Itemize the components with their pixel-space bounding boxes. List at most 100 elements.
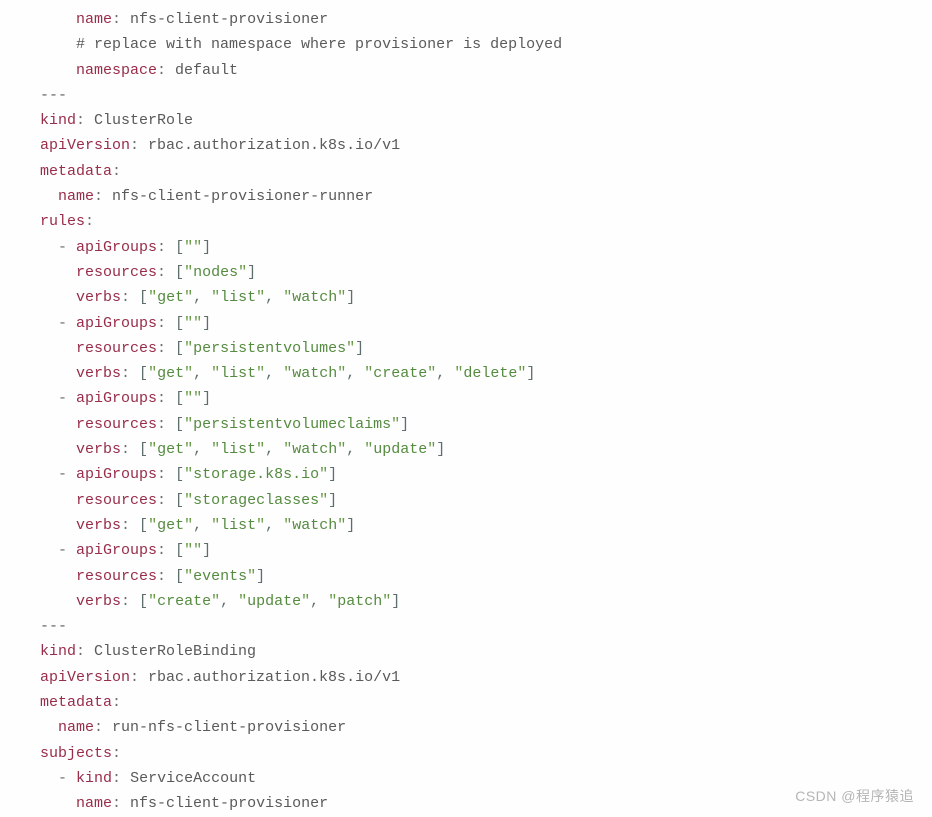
token-pl: # replace with namespace where provision… xyxy=(76,36,562,53)
token-b: ] xyxy=(526,365,535,382)
token-col: : xyxy=(130,137,148,154)
token-key: apiVersion xyxy=(40,137,130,154)
code-line: metadata: xyxy=(40,159,932,184)
token-key: apiGroups xyxy=(76,466,157,483)
token-q: " xyxy=(256,289,265,306)
token-dash: - xyxy=(58,770,76,787)
token-key: verbs xyxy=(76,289,121,306)
token-pl: run-nfs-client-provisioner xyxy=(112,719,346,736)
token-q: " xyxy=(184,289,193,306)
token-q: " xyxy=(337,365,346,382)
token-b: [ xyxy=(139,517,148,534)
token-col: : xyxy=(121,517,139,534)
token-s: watch xyxy=(292,517,337,534)
code-line: --- xyxy=(40,614,932,639)
token-q: " xyxy=(256,441,265,458)
token-q: " xyxy=(346,340,355,357)
token-b: ] xyxy=(202,390,211,407)
token-s: watch xyxy=(292,441,337,458)
token-q: " xyxy=(211,517,220,534)
code-line: - apiGroups: ["storage.k8s.io"] xyxy=(40,462,932,487)
token-b: , xyxy=(193,289,211,306)
token-q: " xyxy=(364,441,373,458)
token-q: " xyxy=(238,593,247,610)
token-s: get xyxy=(157,517,184,534)
token-key: kind xyxy=(40,112,76,129)
token-b: [ xyxy=(175,466,184,483)
code-line: - apiGroups: [""] xyxy=(40,311,932,336)
token-q: " xyxy=(283,289,292,306)
token-key: name xyxy=(58,719,94,736)
token-dash: - xyxy=(58,466,76,483)
token-sep: --- xyxy=(40,618,67,635)
token-col: : xyxy=(157,492,175,509)
code-block: name: nfs-client-provisioner # replace w… xyxy=(40,7,932,817)
code-line: resources: ["persistentvolumes"] xyxy=(40,336,932,361)
code-line: resources: ["events"] xyxy=(40,564,932,589)
token-b: [ xyxy=(175,340,184,357)
token-s: storageclasses xyxy=(193,492,319,509)
token-pl: rbac.authorization.k8s.io/v1 xyxy=(148,137,400,154)
token-q: " xyxy=(184,340,193,357)
token-q: " xyxy=(148,441,157,458)
token-q: " xyxy=(427,365,436,382)
token-pl: nfs-client-provisioner xyxy=(130,11,328,28)
token-dash: - xyxy=(58,239,76,256)
token-key: verbs xyxy=(76,593,121,610)
token-s: update xyxy=(373,441,427,458)
code-line: name: nfs-client-provisioner xyxy=(40,7,932,32)
token-col: : xyxy=(121,441,139,458)
token-b: , xyxy=(193,441,211,458)
token-pl: ClusterRole xyxy=(94,112,193,129)
token-key: subjects xyxy=(40,745,112,762)
token-q: " xyxy=(148,365,157,382)
token-b: [ xyxy=(139,441,148,458)
token-b: [ xyxy=(175,542,184,559)
token-q: " xyxy=(184,466,193,483)
token-b: [ xyxy=(175,416,184,433)
token-b: , xyxy=(220,593,238,610)
token-q: " xyxy=(247,568,256,585)
token-b: ] xyxy=(328,492,337,509)
token-s: persistentvolumes xyxy=(193,340,346,357)
token-pl: ServiceAccount xyxy=(130,770,256,787)
code-line: name: run-nfs-client-provisioner xyxy=(40,715,932,740)
token-q: " xyxy=(184,416,193,433)
token-col: : xyxy=(112,770,130,787)
token-key: resources xyxy=(76,492,157,509)
token-key: kind xyxy=(76,770,112,787)
token-key: metadata xyxy=(40,163,112,180)
token-key: verbs xyxy=(76,517,121,534)
token-b: [ xyxy=(175,568,184,585)
token-q: " xyxy=(184,568,193,585)
token-b: ] xyxy=(400,416,409,433)
token-key: resources xyxy=(76,340,157,357)
token-col: : xyxy=(94,719,112,736)
token-b: , xyxy=(346,441,364,458)
code-line: verbs: ["get", "list", "watch"] xyxy=(40,285,932,310)
token-key: apiGroups xyxy=(76,542,157,559)
token-q: " xyxy=(391,416,400,433)
code-line: apiVersion: rbac.authorization.k8s.io/v1 xyxy=(40,133,932,158)
token-b: ] xyxy=(328,466,337,483)
token-s: watch xyxy=(292,289,337,306)
code-line: kind: ClusterRole xyxy=(40,108,932,133)
token-q: " xyxy=(319,492,328,509)
token-q: " xyxy=(184,264,193,281)
code-line: --- xyxy=(40,83,932,108)
token-s: events xyxy=(193,568,247,585)
token-q: " xyxy=(256,517,265,534)
token-col: : xyxy=(121,289,139,306)
watermark: CSDN @程序猿追 xyxy=(795,784,914,809)
code-line: rules: xyxy=(40,209,932,234)
token-q: " xyxy=(283,365,292,382)
token-b: ] xyxy=(346,289,355,306)
token-key: name xyxy=(76,11,112,28)
token-sep: --- xyxy=(40,87,67,104)
token-q: " xyxy=(337,441,346,458)
token-q: " xyxy=(211,365,220,382)
token-q: " xyxy=(193,239,202,256)
token-q: " xyxy=(454,365,463,382)
token-pl: nfs-client-provisioner-runner xyxy=(112,188,373,205)
token-s: update xyxy=(247,593,301,610)
